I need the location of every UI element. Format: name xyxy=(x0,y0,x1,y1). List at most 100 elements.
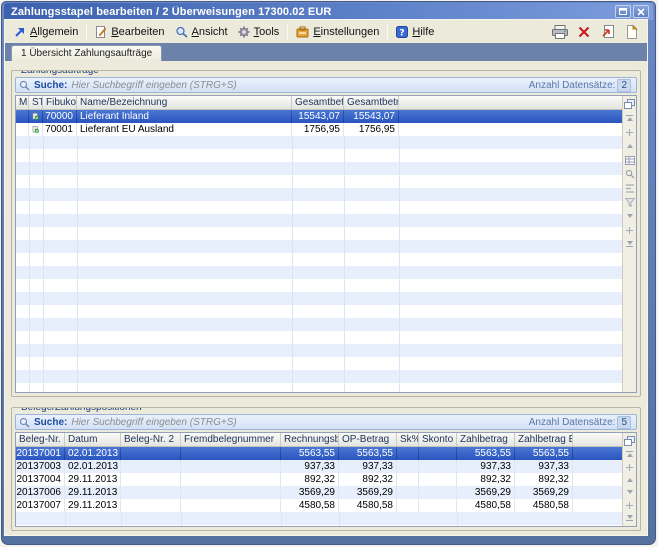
column-header[interactable]: Beleg-Nr. xyxy=(16,433,65,447)
delete-button[interactable] xyxy=(575,24,593,40)
cell-skonto xyxy=(419,486,457,499)
edit-document-icon xyxy=(95,26,107,38)
document-check-icon xyxy=(29,110,43,123)
cell-beleg_nr2 xyxy=(121,486,181,499)
tab-uebersicht-zahlungsauftraege[interactable]: 1 Übersicht Zahlungsaufträge xyxy=(11,45,162,61)
close-button[interactable] xyxy=(633,5,649,18)
window-title: Zahlungsstapel bearbeiten / 2 Überweisun… xyxy=(11,6,613,18)
arrow-up-right-icon xyxy=(14,26,26,38)
cell-zahlbetrag: 5563,55 xyxy=(457,447,515,460)
grid-view-icon[interactable] xyxy=(624,155,635,165)
cell-sk xyxy=(397,486,419,499)
close-icon xyxy=(637,8,645,16)
column-header[interactable]: Datum xyxy=(65,433,121,447)
cell-zahlbetrag: 892,32 xyxy=(457,473,515,486)
menu-ansicht[interactable]: Ansicht xyxy=(170,24,233,40)
settings-icon xyxy=(296,26,309,38)
search-bar[interactable]: Suche: Hier Suchbegriff eingeben (STRG+S… xyxy=(15,77,637,93)
column-chooser-icon[interactable] xyxy=(624,99,635,109)
print-icon xyxy=(552,25,568,39)
column-header[interactable]: OP-Betrag xyxy=(339,433,397,447)
payments-table-rail xyxy=(622,96,636,392)
table-row[interactable]: 2013700729.11.2013 /Fr4580,584580,584580… xyxy=(16,499,622,512)
cell-datum: 02.01.2013 /Mi xyxy=(65,447,121,460)
go-first-icon[interactable] xyxy=(624,450,635,459)
column-header[interactable]: Fremdbelegnummer xyxy=(181,433,281,447)
column-header[interactable]: Zahlbetrag xyxy=(457,433,515,447)
move-down-icon[interactable] xyxy=(624,211,635,221)
filter-icon[interactable] xyxy=(624,197,635,207)
payments-table-header[interactable]: MSTFibukontoName/BezeichnungGesamtbetrag… xyxy=(16,96,622,110)
documents-table-header[interactable]: Beleg-Nr.DatumBeleg-Nr. 2Fremdbelegnumme… xyxy=(16,433,622,447)
cell-name: Lieferant Inland xyxy=(77,110,292,123)
cell-skonto xyxy=(419,447,457,460)
menu-hilfe[interactable]: ? Hilfe xyxy=(391,24,439,40)
table-row[interactable]: 2013700629.11.2013 /Fr3569,293569,293569… xyxy=(16,486,622,499)
column-header[interactable]: Fibukonto xyxy=(43,96,77,110)
table-row[interactable]: 70000Lieferant Inland15543,0715543,07 xyxy=(16,110,622,123)
print-button[interactable] xyxy=(551,24,569,40)
cell-gesamtbetrag: 15543,07 xyxy=(292,110,344,123)
cell-datum: 29.11.2013 /Fr xyxy=(65,499,121,512)
cell-sk xyxy=(397,447,419,460)
cell-gesamtbetrag_euro: 1756,95 xyxy=(344,123,399,136)
title-bar[interactable]: Zahlungsstapel bearbeiten / 2 Überweisun… xyxy=(4,3,653,20)
maximize-button[interactable] xyxy=(615,5,631,18)
table-row[interactable]: 70001Lieferant EU Ausland1756,951756,95 xyxy=(16,123,622,136)
move-up-icon[interactable] xyxy=(624,141,635,151)
go-last-icon[interactable] xyxy=(624,513,635,522)
cell-rechnungsbetrag: 4580,58 xyxy=(281,499,339,512)
column-header[interactable]: Rechnungsbetrag xyxy=(281,433,339,447)
search-icon xyxy=(19,80,30,91)
search-bar[interactable]: Suche: Hier Suchbegriff eingeben (STRG+S… xyxy=(15,414,637,430)
cell-sk xyxy=(397,499,419,512)
sum-rows-icon[interactable] xyxy=(624,183,635,193)
cell-fremdbeleg xyxy=(181,486,281,499)
cell-rechnungsbetrag: 937,33 xyxy=(281,460,339,473)
column-header[interactable]: M xyxy=(16,96,29,110)
export-button[interactable] xyxy=(599,24,617,40)
append-row-icon[interactable] xyxy=(624,501,635,510)
menu-label: Ansicht xyxy=(192,26,228,38)
search-input[interactable]: Hier Suchbegriff eingeben (STRG+S) xyxy=(71,417,524,428)
table-row[interactable]: 2013700102.01.2013 /Mi5563,555563,555563… xyxy=(16,447,622,460)
column-header[interactable]: ST xyxy=(29,96,43,110)
cell-zahlbetrag_euro: 5563,55 xyxy=(515,447,573,460)
documents-table-empty-area xyxy=(16,512,622,526)
cell-op_betrag: 937,33 xyxy=(339,460,397,473)
search-rows-icon[interactable] xyxy=(624,169,635,179)
search-input[interactable]: Hier Suchbegriff eingeben (STRG+S) xyxy=(71,80,524,91)
column-header[interactable]: Beleg-Nr. 2 xyxy=(121,433,181,447)
documents-table-rail xyxy=(622,433,636,526)
move-up-icon[interactable] xyxy=(624,475,635,484)
column-header[interactable]: Skonto xyxy=(419,433,457,447)
panel-zahlungsauftraege: Zahlungsaufträge Suche: Hier Suchbegriff… xyxy=(11,70,641,397)
go-last-icon[interactable] xyxy=(624,239,635,249)
table-row[interactable]: 2013700302.01.2013 /Mi937,33937,33937,33… xyxy=(16,460,622,473)
view-magnifier-icon xyxy=(175,26,188,38)
insert-row-icon[interactable] xyxy=(624,463,635,472)
cell-zahlbetrag: 4580,58 xyxy=(457,499,515,512)
table-row[interactable]: 2013700429.11.2013 /Fr892,32892,32892,32… xyxy=(16,473,622,486)
column-header[interactable]: Zahlbetrag Euro xyxy=(515,433,573,447)
menu-bearbeiten[interactable]: Bearbeiten xyxy=(90,24,169,40)
move-down-icon[interactable] xyxy=(624,488,635,497)
column-chooser-icon[interactable] xyxy=(624,436,635,446)
insert-row-icon[interactable] xyxy=(624,127,635,137)
search-icon xyxy=(19,417,30,428)
new-document-button[interactable] xyxy=(623,24,641,40)
column-header[interactable]: Gesamtbetrag xyxy=(292,96,344,110)
go-first-icon[interactable] xyxy=(624,113,635,123)
content-area: Zahlungsaufträge Suche: Hier Suchbegriff… xyxy=(5,61,647,535)
payments-table: MSTFibukontoName/BezeichnungGesamtbetrag… xyxy=(15,95,637,393)
menu-tools[interactable]: Tools xyxy=(233,24,285,40)
column-header[interactable]: Name/Bezeichnung xyxy=(77,96,292,110)
documents-table-body: 2013700102.01.2013 /Mi5563,555563,555563… xyxy=(16,447,622,512)
menu-einstellungen[interactable]: Einstellungen xyxy=(291,24,384,40)
cell-fibukonto: 70001 xyxy=(43,123,77,136)
menu-allgemein[interactable]: Allgemein xyxy=(9,24,83,40)
menu-label: Einstellungen xyxy=(313,26,379,38)
column-header[interactable]: Sk% xyxy=(397,433,419,447)
append-row-icon[interactable] xyxy=(624,225,635,235)
column-header[interactable]: Gesamtbetrag Euro xyxy=(344,96,399,110)
